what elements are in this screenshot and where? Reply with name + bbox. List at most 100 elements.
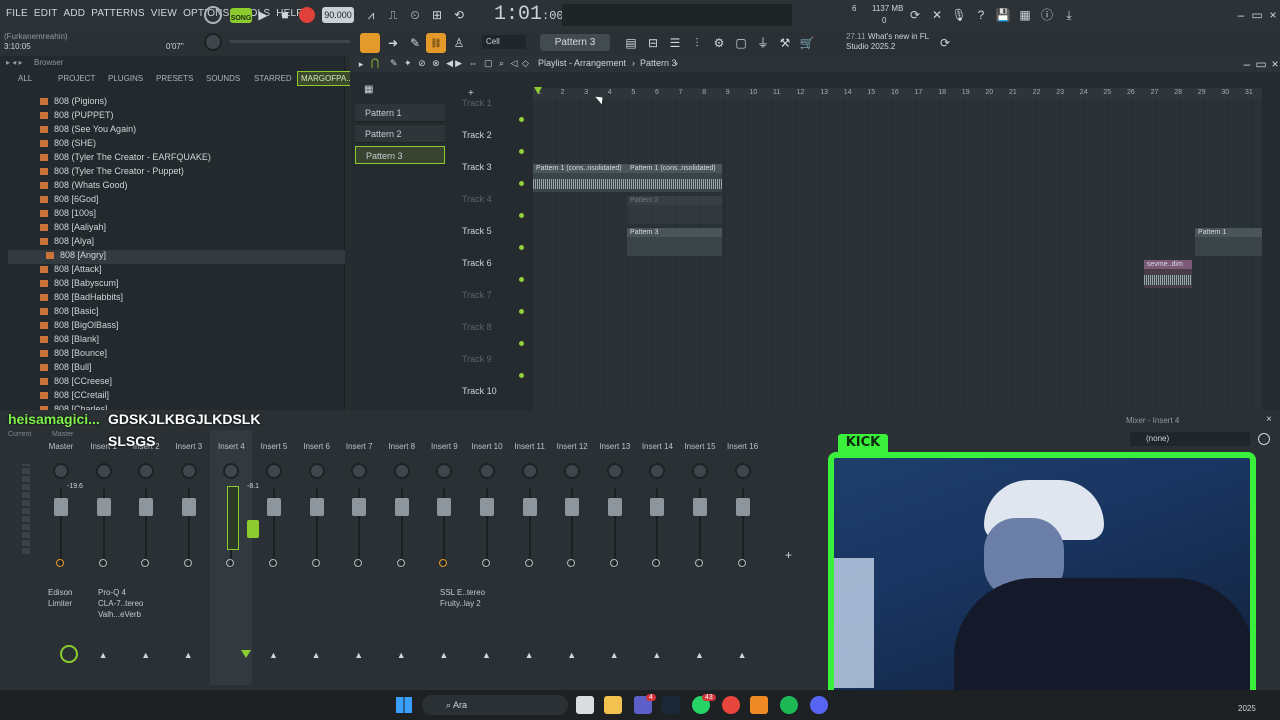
volume-fader-cap[interactable] (437, 498, 452, 516)
playlist-arrow-icon[interactable]: ➜ (384, 34, 402, 52)
track-mute-led[interactable] (519, 117, 524, 122)
pan-knob[interactable] (393, 463, 410, 479)
song-mode-toggle[interactable]: SONG (230, 8, 252, 23)
plugin-icon[interactable]: ⏚ (754, 34, 772, 52)
browser-item[interactable]: 808 [Bull] (40, 362, 92, 376)
tab-starred[interactable]: STARRED (254, 74, 292, 83)
browser-nav-icons[interactable]: ▸ ◂ ▸ (6, 58, 23, 67)
download-icon[interactable]: ⤓ (1060, 6, 1078, 24)
playlist-icon[interactable]: ▤ (622, 34, 640, 52)
stereo-separation-icon[interactable] (56, 559, 64, 567)
layout-icon[interactable]: ▦ (1016, 6, 1034, 24)
browser-item[interactable]: 808 [Angry] (8, 250, 345, 264)
mixer-channel[interactable]: Insert 14 ▲ (636, 430, 678, 685)
mixer-channel[interactable]: Insert 10 ▲ (466, 430, 508, 685)
browser-item[interactable]: 808 [CCretail] (40, 390, 109, 404)
mixer-route-select[interactable]: (none) (1130, 432, 1250, 446)
pan-knob[interactable] (223, 463, 240, 479)
send-arrow-icon[interactable]: ▲ (397, 650, 406, 660)
send-arrow-icon[interactable]: ▲ (695, 650, 704, 660)
send-arrow-icon[interactable]: ▲ (482, 650, 491, 660)
send-arrow-icon[interactable]: ▲ (269, 650, 278, 660)
volume-fader-cap[interactable] (352, 498, 367, 516)
track-mute-led[interactable] (519, 309, 524, 314)
pan-knob[interactable] (351, 463, 368, 479)
insert1-fx-list[interactable]: Pro-Q 4 CLA-7..tereo Valh...eVerb (98, 587, 143, 620)
track-header[interactable]: Track 1 (458, 94, 530, 126)
browser-item[interactable]: 808 [6God] (40, 194, 99, 208)
tools-icon[interactable]: ⚒ (776, 34, 794, 52)
wait-input-icon[interactable]: ⎍ (384, 6, 402, 24)
track-header[interactable]: Track 4 (458, 190, 530, 222)
master-volume-knob[interactable] (204, 33, 222, 51)
browser-item[interactable]: 808 [Blank] (40, 334, 99, 348)
browser-item[interactable]: 808 (See You Again) (40, 124, 136, 138)
send-arrow-icon[interactable]: ▲ (525, 650, 534, 660)
pan-knob[interactable] (266, 463, 282, 479)
pattern-item-1[interactable]: Pattern 1 (355, 104, 445, 122)
send-arrow-icon[interactable]: ▲ (439, 650, 448, 660)
volume-fader-cap[interactable] (309, 498, 324, 516)
stereo-separation-icon[interactable] (269, 559, 277, 567)
volume-fader-cap[interactable] (650, 498, 665, 516)
tempo-display[interactable]: 90.000 (322, 7, 354, 23)
news-text[interactable]: What's new in FL (868, 32, 929, 41)
browser-item[interactable]: 808 (Tyler The Creator - EARFQUAKE) (40, 152, 211, 166)
mixer-channel[interactable]: Insert 7 ▲ (338, 430, 380, 685)
mixer-channel[interactable]: Insert 15 ▲ (679, 430, 721, 685)
arrangement-grid[interactable]: Pattern 1 (cons..nsolidated) Pattern 1 (… (533, 100, 1262, 411)
pattern-item-2[interactable]: Pattern 2 (355, 125, 445, 143)
audio-clip[interactable]: Pattern 1 (cons..nsolidated) (533, 164, 627, 192)
mixer-routing-icon[interactable]: ✕ (928, 6, 946, 24)
send-arrow-icon[interactable]: ▲ (354, 650, 363, 660)
tab-margofpa[interactable]: MARGOFPA... (297, 71, 357, 86)
stereo-separation-icon[interactable] (567, 559, 576, 567)
piano-roll-icon[interactable]: ⊟ (644, 34, 662, 52)
mixer-channel[interactable]: Insert 6 ▲ (296, 430, 338, 685)
stereo-separation-icon[interactable] (396, 559, 405, 567)
track-header[interactable]: Track 6 (458, 254, 530, 286)
pattern-item-3[interactable]: Pattern 3 (355, 146, 445, 164)
pan-knob[interactable] (564, 463, 581, 479)
stamp-icon[interactable]: ♙ (450, 34, 468, 52)
tab-sounds[interactable]: SOUNDS (206, 74, 240, 83)
pattern-clip[interactable]: Pattern 1 (1195, 228, 1262, 256)
link-icon[interactable]: ⛓ (426, 33, 446, 53)
chrome-icon[interactable] (722, 696, 740, 714)
metronome-icon[interactable]: ⩘ (362, 6, 380, 24)
mixer-clock-icon[interactable] (1258, 433, 1270, 445)
pan-knob[interactable] (734, 463, 751, 479)
menu-edit[interactable]: EDIT (34, 8, 58, 19)
mixer-channel[interactable]: Insert 11 ▲ (509, 430, 551, 685)
countdown-icon[interactable]: ⏲ (406, 6, 424, 24)
channel-rack-icon[interactable]: ☰ (666, 34, 684, 52)
playlist-close-icon[interactable]: × (1266, 55, 1280, 73)
browser-item[interactable]: 808 (PUPPET) (40, 110, 114, 124)
pencil-icon[interactable]: ✎ (406, 34, 424, 52)
browser-item[interactable]: 808 [100s] (40, 208, 96, 222)
browser-item[interactable]: 808 [Attack] (40, 264, 102, 278)
send-arrow-icon[interactable]: ▲ (610, 650, 619, 660)
volume-fader-cap[interactable] (54, 498, 68, 516)
mixer-tab-current[interactable]: Current (8, 431, 31, 438)
tab-plugins[interactable]: PLUGINS (108, 74, 143, 83)
playlist-nav-icon[interactable]: ◇ (522, 58, 529, 69)
menu-file[interactable]: FILE (6, 8, 28, 19)
browser-item[interactable]: 808 [Bounce] (40, 348, 107, 362)
browser-item[interactable]: 808 [BigOlBass] (40, 320, 119, 334)
track-header[interactable]: Track 7 (458, 286, 530, 318)
stereo-separation-icon[interactable] (609, 559, 618, 567)
track-header[interactable]: Track 3 (458, 158, 530, 190)
microphone-icon[interactable]: 🎙 (950, 6, 968, 24)
pattern-clip[interactable]: Pattern 3 (627, 228, 722, 256)
mixer-channel[interactable]: Insert 2 ▲ (125, 430, 167, 685)
mixer-channel[interactable]: Insert 5 ▲ (253, 430, 295, 685)
pan-knob[interactable] (53, 463, 69, 479)
send-arrow-icon[interactable]: ▲ (312, 650, 321, 660)
stereo-separation-icon[interactable] (98, 559, 107, 567)
spotify-icon[interactable] (780, 696, 798, 714)
volume-fader-cap[interactable] (735, 498, 750, 516)
send-arrow-icon[interactable]: ▲ (652, 650, 661, 660)
menu-view[interactable]: VIEW (151, 8, 177, 19)
playhead-marker-icon[interactable] (534, 87, 542, 94)
